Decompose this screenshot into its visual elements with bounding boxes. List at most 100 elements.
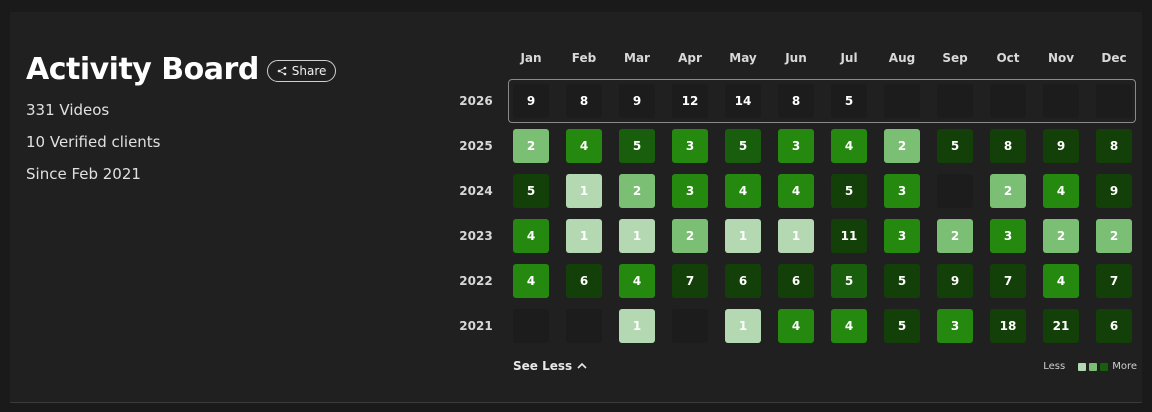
activity-cell[interactable]: 2	[1096, 219, 1132, 253]
activity-cell[interactable]: 1	[566, 219, 602, 253]
activity-cell[interactable]: 4	[513, 264, 549, 298]
activity-cell[interactable]: 2	[1043, 219, 1079, 253]
activity-cell[interactable]: 5	[884, 264, 920, 298]
legend-swatch-high	[1100, 362, 1109, 371]
activity-cell[interactable]: 6	[725, 264, 761, 298]
activity-cell[interactable]: 1	[619, 309, 655, 343]
activity-cell[interactable]: 9	[1096, 174, 1132, 208]
activity-cell[interactable]: 11	[831, 219, 867, 253]
activity-cell[interactable]: 5	[513, 174, 549, 208]
activity-cell[interactable]: 1	[619, 219, 655, 253]
activity-cell[interactable]: 1	[566, 174, 602, 208]
activity-cell[interactable]: 4	[566, 129, 602, 163]
activity-cell[interactable]: 5	[831, 174, 867, 208]
activity-cell[interactable]: 8	[566, 84, 602, 118]
activity-cell[interactable]: 5	[619, 129, 655, 163]
activity-cell[interactable]: 4	[778, 309, 814, 343]
title-row: Activity Board Share	[26, 52, 337, 87]
activity-cell[interactable]: 3	[884, 174, 920, 208]
month-label: Apr	[678, 51, 702, 65]
summary-section: Activity Board Share 331 Videos 10 Verif…	[26, 52, 337, 183]
month-label: Jul	[840, 51, 858, 65]
see-less-label: See Less	[513, 359, 573, 373]
activity-cell[interactable]: 3	[884, 219, 920, 253]
activity-cell[interactable]: 5	[937, 129, 973, 163]
activity-cell[interactable]: 4	[778, 174, 814, 208]
activity-cell[interactable]: 4	[1043, 264, 1079, 298]
activity-cell[interactable]: 1	[725, 219, 761, 253]
activity-cell[interactable]: 7	[672, 264, 708, 298]
activity-cell[interactable]: 21	[1043, 309, 1079, 343]
activity-cell[interactable]: 4	[1043, 174, 1079, 208]
activity-cell[interactable]: 3	[672, 174, 708, 208]
activity-cell[interactable]: 8	[778, 84, 814, 118]
share-icon	[277, 66, 287, 75]
stat-videos: 331 Videos	[26, 101, 110, 119]
activity-cell[interactable]: 6	[778, 264, 814, 298]
activity-cell[interactable]: 4	[619, 264, 655, 298]
activity-cell[interactable]: 4	[831, 309, 867, 343]
month-label: Dec	[1101, 51, 1127, 65]
share-label: Share	[291, 63, 327, 78]
activity-cell[interactable]: 6	[1096, 309, 1132, 343]
current-year-highlight	[508, 79, 1136, 123]
activity-cell[interactable]: 14	[725, 84, 761, 118]
year-label: 2026	[459, 94, 493, 108]
legend-more-label: More	[1112, 361, 1137, 372]
activity-cell[interactable]: 2	[513, 129, 549, 163]
activity-cell[interactable]: 9	[513, 84, 549, 118]
month-label: Sep	[942, 51, 968, 65]
activity-cell[interactable]: 18	[990, 309, 1026, 343]
year-label: 2023	[459, 229, 493, 243]
month-label: Jun	[785, 51, 807, 65]
activity-cell[interactable]: 6	[566, 264, 602, 298]
month-label: Aug	[888, 51, 916, 65]
activity-cell[interactable]	[884, 84, 920, 118]
activity-cell[interactable]: 9	[937, 264, 973, 298]
activity-cell[interactable]: 9	[1043, 129, 1079, 163]
activity-cell[interactable]: 1	[725, 309, 761, 343]
activity-cell[interactable]	[566, 309, 602, 343]
activity-cell[interactable]	[513, 309, 549, 343]
activity-cell[interactable]: 5	[884, 309, 920, 343]
activity-cell[interactable]	[937, 174, 973, 208]
activity-cell[interactable]: 8	[990, 129, 1026, 163]
activity-cell[interactable]: 7	[1096, 264, 1132, 298]
activity-cell[interactable]: 3	[672, 129, 708, 163]
month-label: Oct	[996, 51, 1020, 65]
activity-cell[interactable]: 9	[619, 84, 655, 118]
month-label: Feb	[571, 51, 597, 65]
legend-swatch-mid	[1089, 362, 1098, 371]
activity-cell[interactable]: 2	[672, 219, 708, 253]
activity-cell[interactable]	[1096, 84, 1132, 118]
activity-cell[interactable]	[937, 84, 973, 118]
activity-cell[interactable]: 4	[725, 174, 761, 208]
activity-cell[interactable]	[1043, 84, 1079, 118]
activity-cell[interactable]: 2	[884, 129, 920, 163]
activity-cell[interactable]	[990, 84, 1026, 118]
month-label: Nov	[1047, 51, 1075, 65]
activity-cell[interactable]: 5	[725, 129, 761, 163]
activity-cell[interactable]: 3	[990, 219, 1026, 253]
activity-cell[interactable]: 12	[672, 84, 708, 118]
activity-cell[interactable]: 5	[831, 264, 867, 298]
activity-cell[interactable]: 7	[990, 264, 1026, 298]
activity-cell[interactable]: 8	[1096, 129, 1132, 163]
activity-cell[interactable]: 3	[778, 129, 814, 163]
activity-board-panel: Activity Board Share 331 Videos 10 Verif…	[10, 12, 1142, 403]
activity-cell[interactable]: 3	[937, 309, 973, 343]
activity-cell[interactable]: 4	[513, 219, 549, 253]
stat-since: Since Feb 2021	[26, 165, 141, 183]
share-button[interactable]: Share	[266, 59, 337, 82]
month-label: Jan	[520, 51, 542, 65]
stat-clients: 10 Verified clients	[26, 133, 161, 151]
activity-cell[interactable]: 2	[937, 219, 973, 253]
activity-cell[interactable]: 1	[778, 219, 814, 253]
see-less-button[interactable]: See Less	[513, 359, 587, 373]
activity-cell[interactable]: 5	[831, 84, 867, 118]
activity-cell[interactable]	[672, 309, 708, 343]
activity-cell[interactable]: 2	[619, 174, 655, 208]
activity-cell[interactable]: 2	[990, 174, 1026, 208]
year-label: 2025	[459, 139, 493, 153]
activity-cell[interactable]: 4	[831, 129, 867, 163]
